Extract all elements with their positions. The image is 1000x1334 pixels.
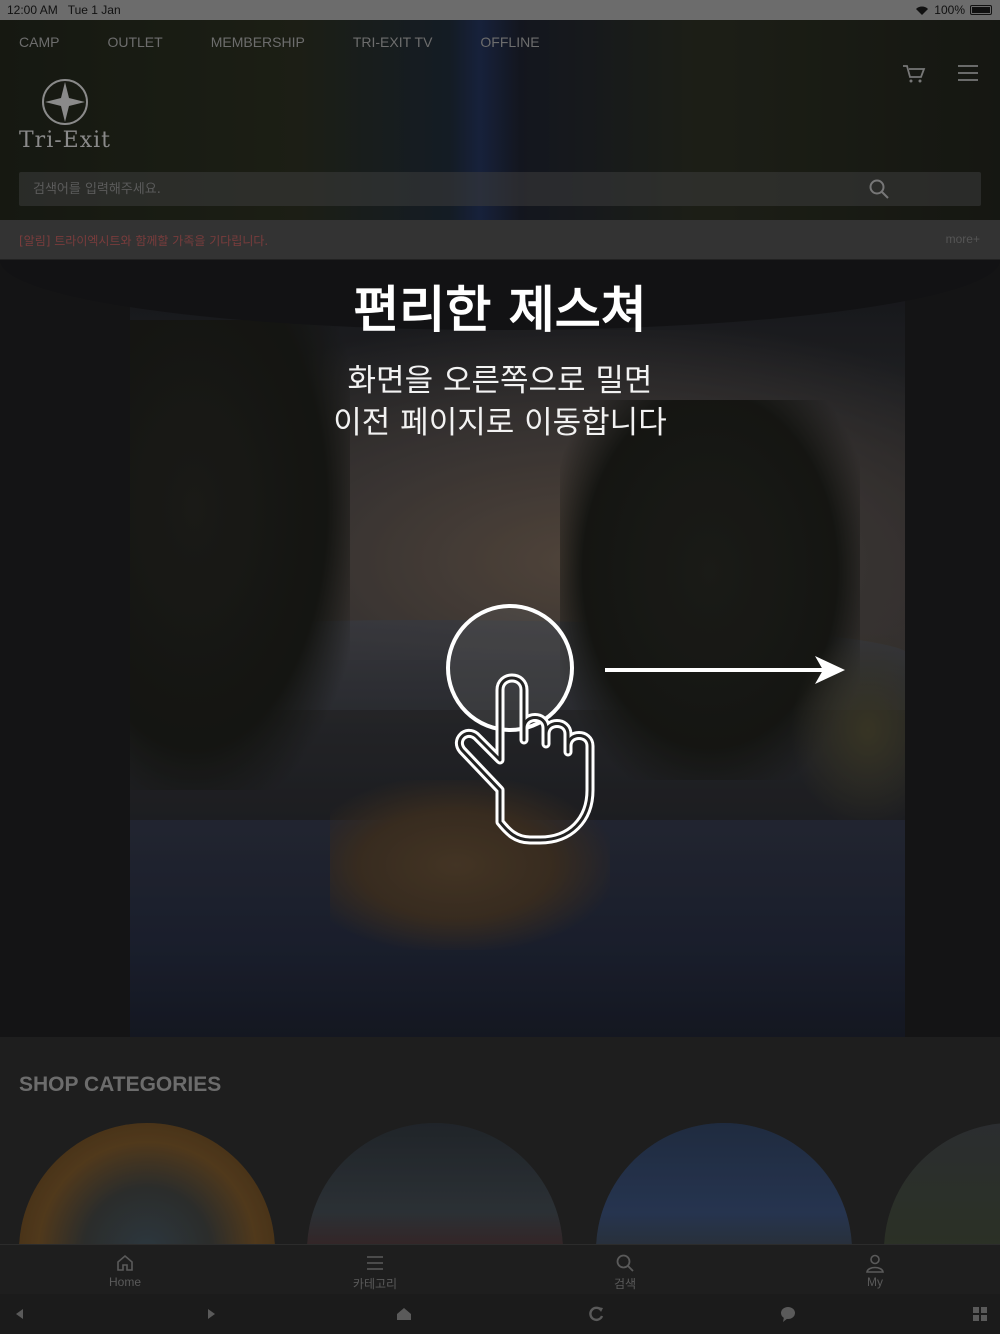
cart-icon[interactable] xyxy=(902,64,926,84)
section-title: SHOP CATEGORIES xyxy=(19,1073,222,1096)
nav-offline[interactable]: OFFLINE xyxy=(480,34,539,50)
top-nav: CAMP OUTLET MEMBERSHIP TRI-EXIT TV OFFLI… xyxy=(19,34,540,50)
nav-tri-exit-tv[interactable]: TRI-EXIT TV xyxy=(353,34,433,50)
tab-label: 카테고리 xyxy=(352,1277,398,1291)
user-icon xyxy=(866,1254,884,1273)
home-icon[interactable] xyxy=(394,1304,414,1324)
nav-camp[interactable]: CAMP xyxy=(19,34,59,50)
gesture-description: 화면을 오른쪽으로 밀면 이전 페이지로 이동합니다 xyxy=(0,360,1000,444)
nav-outlet[interactable]: OUTLET xyxy=(107,34,162,50)
gesture-title: 편리한 제스쳐 xyxy=(353,281,647,339)
search-bar xyxy=(19,172,981,206)
status-right: 100% xyxy=(915,3,992,17)
wifi-icon xyxy=(916,6,929,15)
search-icon xyxy=(616,1254,634,1272)
compass-logo-icon xyxy=(42,79,88,125)
back-icon[interactable] xyxy=(10,1304,30,1324)
category-camp[interactable] xyxy=(19,1123,275,1244)
grid-icon[interactable] xyxy=(970,1304,990,1324)
notice-bar: [알림] 트라이엑시트와 함께할 가족을 기다립니다. more+ xyxy=(0,220,1000,260)
tab-my[interactable]: My xyxy=(750,1245,1000,1294)
browser-toolbar xyxy=(0,1294,1000,1334)
category-cycling[interactable] xyxy=(596,1123,852,1244)
nav-membership[interactable]: MEMBERSHIP xyxy=(211,34,305,50)
battery-percent: 100% xyxy=(934,3,965,17)
gesture-line-2: 이전 페이지로 이동합니다 xyxy=(333,405,667,441)
tab-label: Home xyxy=(108,1275,141,1289)
forward-icon[interactable] xyxy=(201,1304,221,1324)
notice-more-link[interactable]: more+ xyxy=(946,232,980,246)
tab-label: My xyxy=(867,1275,883,1289)
tab-label: 검색 xyxy=(613,1277,637,1291)
chat-icon[interactable] xyxy=(778,1304,798,1324)
home-icon xyxy=(117,1254,133,1271)
bottom-tab-bar: Home 카테고리 검색 My xyxy=(0,1244,1000,1294)
swipe-right-arrow-icon xyxy=(605,656,845,684)
swipe-hand-icon xyxy=(446,604,595,845)
brand-logo[interactable]: Tri-Exit xyxy=(19,78,119,158)
gesture-line-1: 화면을 오른쪽으로 밀면 xyxy=(347,363,653,399)
tab-category[interactable]: 카테고리 xyxy=(250,1245,500,1294)
tab-home[interactable]: Home xyxy=(0,1245,250,1294)
search-icon[interactable] xyxy=(869,179,889,199)
notice-text[interactable]: [알림] 트라이엑시트와 함께할 가족을 기다립니다. xyxy=(19,232,268,249)
menu-icon xyxy=(367,1256,383,1270)
status-time: 12:00 AM Tue 1 Jan xyxy=(7,3,121,17)
tab-search[interactable]: 검색 xyxy=(500,1245,750,1294)
site-header: CAMP OUTLET MEMBERSHIP TRI-EXIT TV OFFLI… xyxy=(0,20,1000,220)
status-bar: 12:00 AM Tue 1 Jan 100% xyxy=(0,0,1000,20)
logo-text: Tri-Exit xyxy=(19,128,112,153)
refresh-icon[interactable] xyxy=(586,1304,606,1324)
shop-categories-section: SHOP CATEGORIES xyxy=(0,1037,1000,1244)
category-hiking[interactable] xyxy=(307,1123,563,1244)
category-water[interactable] xyxy=(884,1123,1000,1244)
hamburger-menu-icon[interactable] xyxy=(958,64,978,82)
search-input[interactable] xyxy=(33,178,833,200)
battery-icon xyxy=(970,5,992,15)
